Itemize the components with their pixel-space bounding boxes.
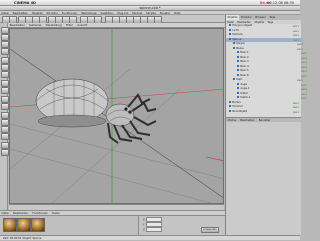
tree-item-label: Kiefer.1 (240, 96, 251, 100)
top-toolbar (0, 15, 225, 24)
tree-item-label: Beine (236, 46, 244, 50)
attribute-manager (226, 122, 301, 235)
object-mode-icon[interactable] (1, 34, 9, 41)
tree-item-label: Himmel (232, 105, 243, 109)
coord-row-x: X (143, 217, 162, 222)
tree-item-label: Kamera (232, 33, 243, 37)
material-swatch[interactable] (17, 218, 31, 232)
visibility-dots-icon[interactable] (293, 25, 300, 28)
visibility-dots-icon[interactable] (301, 74, 308, 77)
tree-item-label: Bein.2 (240, 55, 249, 59)
material-swatch[interactable] (3, 218, 17, 232)
tweak-mode-icon[interactable] (1, 103, 9, 110)
visibility-dots-icon[interactable] (297, 79, 304, 82)
visibility-dots-icon[interactable] (297, 43, 304, 46)
left-tool-strip (0, 23, 9, 215)
edges-mode-icon[interactable] (1, 64, 9, 71)
grid-line (10, 148, 211, 203)
bevel-icon[interactable] (1, 133, 9, 140)
tree-item-label: Bein.3 (240, 60, 249, 64)
coord-axis-label: Z (143, 228, 145, 232)
tree-item-label: Boden (232, 100, 241, 104)
visibility-dots-icon[interactable] (301, 92, 308, 95)
magnet-icon[interactable] (1, 112, 9, 119)
visibility-dots-icon[interactable] (293, 38, 300, 41)
animation-mode-icon[interactable] (1, 96, 9, 103)
tree-item-label: Spinne (232, 37, 242, 41)
tree-item-label: Auge (240, 82, 248, 86)
apply-button[interactable]: Anwenden (201, 227, 219, 233)
model-mode-icon[interactable] (1, 27, 9, 34)
status-text: Zeit: 00:00:01 Objekt: Spinne (3, 237, 42, 240)
axis-mode-icon[interactable] (1, 48, 9, 55)
points-mode-icon[interactable] (1, 57, 9, 64)
tree-item-label: Null-Objekt (232, 109, 247, 113)
tree-item-label: Kopf (236, 78, 243, 82)
tree-item-label: Licht (232, 28, 239, 32)
status-bar: Zeit: 00:00:01 Objekt: Spinne (0, 235, 300, 240)
visibility-dots-icon[interactable] (293, 106, 300, 109)
visibility-dots-icon[interactable] (301, 97, 308, 100)
3d-viewport[interactable] (9, 28, 224, 204)
axis-indicator (205, 156, 223, 161)
tree-item-label: Bein.6 (240, 73, 249, 77)
menu-clock: 06.12.08 06:30 (267, 0, 294, 5)
coord-z-field[interactable] (145, 227, 162, 232)
spider-abdomen[interactable] (35, 78, 109, 128)
spider-eye (124, 107, 128, 111)
coordinate-manager: X Y Z Anwenden (138, 215, 225, 235)
tree-item-label: Bein.1 (240, 51, 249, 55)
visibility-dots-icon[interactable] (301, 52, 308, 55)
tree-item-label: Körper (236, 42, 245, 46)
visibility-dots-icon[interactable] (293, 34, 300, 37)
object-manager-panel: Objekte Struktur Browser Tags Datei Bear… (225, 15, 308, 235)
visibility-dots-icon[interactable] (301, 65, 308, 68)
visibility-dots-icon[interactable] (293, 110, 300, 113)
object-tree: Polygon-Objekt Licht Kamera Spinne Körper Bei… (226, 24, 308, 117)
tree-item-label: Kiefer (240, 91, 248, 95)
tree-item-label: Polygon-Objekt (232, 24, 253, 28)
brush-icon[interactable] (1, 142, 9, 149)
coord-row-z: Z (143, 227, 162, 232)
polygons-mode-icon[interactable] (1, 71, 9, 78)
texture-mode-icon[interactable] (1, 41, 9, 48)
visibility-dots-icon[interactable] (293, 29, 300, 32)
tree-item-label: Bein.5 (240, 69, 249, 73)
material-swatch[interactable] (31, 218, 45, 232)
tree-item[interactable]: Null-Objekt (226, 109, 303, 114)
tree-item-label: Bein.4 (240, 64, 249, 68)
snap-icon[interactable] (1, 80, 9, 87)
visibility-dots-icon[interactable] (301, 56, 308, 59)
visibility-dots-icon[interactable] (301, 70, 308, 73)
spider-head[interactable] (105, 103, 135, 127)
app-menu[interactable]: CINEMA 4D (14, 1, 36, 6)
visibility-dots-icon[interactable] (297, 47, 304, 50)
spider-eye (128, 110, 132, 114)
viewport-scene (10, 29, 223, 203)
visibility-dots-icon[interactable] (301, 61, 308, 64)
material-manager (0, 215, 138, 235)
workplane-icon[interactable] (1, 87, 9, 94)
visibility-dots-icon[interactable] (293, 101, 300, 104)
extrude-icon[interactable] (1, 126, 9, 133)
visibility-dots-icon[interactable] (301, 83, 308, 86)
knife-icon[interactable] (1, 119, 9, 126)
visibility-dots-icon[interactable] (301, 88, 308, 91)
tree-item-label: Auge.1 (240, 87, 250, 91)
bodypaint-icon[interactable] (1, 149, 9, 156)
coord-row-y: Y (143, 222, 162, 227)
